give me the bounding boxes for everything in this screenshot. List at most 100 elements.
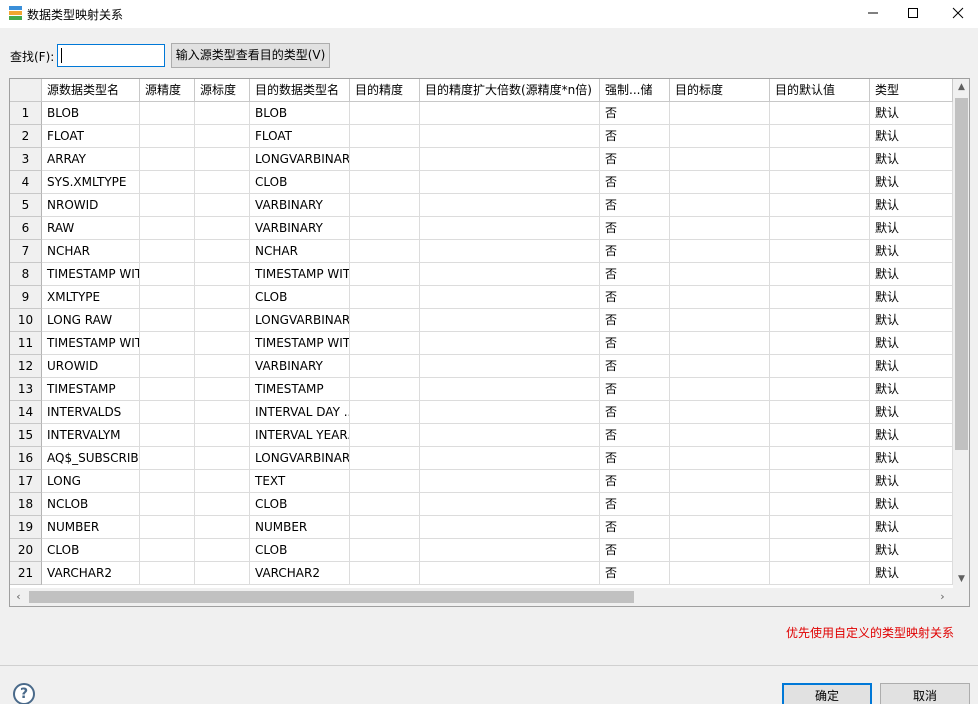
table-cell[interactable] [195, 378, 250, 401]
table-cell[interactable]: 默认 [870, 401, 953, 424]
table-cell[interactable]: TEXT [250, 470, 350, 493]
table-cell[interactable] [770, 401, 870, 424]
horizontal-scrollbar[interactable]: ‹ › [10, 588, 953, 606]
table-cell[interactable]: 默认 [870, 148, 953, 171]
table-cell[interactable] [140, 470, 195, 493]
table-cell[interactable] [770, 447, 870, 470]
table-cell[interactable]: 否 [600, 424, 670, 447]
row-number[interactable]: 2 [10, 125, 42, 148]
column-header[interactable]: 目的精度 [350, 79, 420, 102]
table-cell[interactable] [140, 378, 195, 401]
table-cell[interactable]: VARCHAR2 [250, 562, 350, 585]
scroll-right-icon[interactable]: › [934, 588, 951, 606]
table-cell[interactable] [195, 217, 250, 240]
row-number[interactable]: 3 [10, 148, 42, 171]
table-cell[interactable] [140, 493, 195, 516]
table-cell[interactable] [770, 539, 870, 562]
column-header[interactable]: 目的默认值 [770, 79, 870, 102]
table-cell[interactable]: 默认 [870, 516, 953, 539]
table-cell[interactable] [350, 539, 420, 562]
cancel-button[interactable]: 取消 [880, 683, 970, 704]
column-header[interactable]: 源标度 [195, 79, 250, 102]
table-cell[interactable]: SYS.XMLTYPE [42, 171, 140, 194]
table-cell[interactable]: 否 [600, 470, 670, 493]
table-cell[interactable] [670, 562, 770, 585]
table-cell[interactable]: VARCHAR2 [42, 562, 140, 585]
table-cell[interactable] [670, 539, 770, 562]
table-cell[interactable]: LONGVARBINARY [250, 148, 350, 171]
table-cell[interactable]: RAW [42, 217, 140, 240]
row-number[interactable]: 1 [10, 102, 42, 125]
table-cell[interactable]: LONG [42, 470, 140, 493]
table-cell[interactable] [670, 493, 770, 516]
table-cell[interactable]: TIMESTAMP WIT [42, 332, 140, 355]
table-cell[interactable] [420, 378, 600, 401]
table-cell[interactable] [670, 470, 770, 493]
table-cell[interactable] [770, 424, 870, 447]
table-cell[interactable] [770, 263, 870, 286]
table-row[interactable]: 16 AQ$_SUBSCRIBE LONGVARBINARY 否 默认 [10, 447, 953, 470]
table-cell[interactable]: VARBINARY [250, 217, 350, 240]
table-cell[interactable]: CLOB [250, 171, 350, 194]
table-cell[interactable] [350, 194, 420, 217]
table-cell[interactable] [670, 240, 770, 263]
table-cell[interactable] [420, 102, 600, 125]
table-cell[interactable] [140, 125, 195, 148]
table-cell[interactable] [770, 102, 870, 125]
table-cell[interactable]: NUMBER [42, 516, 140, 539]
vertical-scrollbar[interactable]: ▲ ▼ [953, 79, 969, 588]
table-cell[interactable]: TIMESTAMP [250, 378, 350, 401]
table-cell[interactable]: TIMESTAMP [42, 378, 140, 401]
table-row[interactable]: 11 TIMESTAMP WIT TIMESTAMP WIT 否默认 [10, 332, 953, 355]
row-number[interactable]: 4 [10, 171, 42, 194]
table-row[interactable]: 20 CLOB CLOB 否默认 [10, 539, 953, 562]
table-cell[interactable] [140, 148, 195, 171]
table-cell[interactable] [140, 286, 195, 309]
table-cell[interactable] [420, 171, 600, 194]
table-row[interactable]: 19 NUMBER NUMBER 否默认 [10, 516, 953, 539]
table-cell[interactable] [670, 447, 770, 470]
row-number[interactable]: 14 [10, 401, 42, 424]
table-cell[interactable] [195, 470, 250, 493]
row-number[interactable]: 10 [10, 309, 42, 332]
table-cell[interactable]: 默认 [870, 424, 953, 447]
table-cell[interactable]: 默认 [870, 493, 953, 516]
table-row[interactable]: 6 RAW VARBINARY 否 默认 [10, 217, 953, 240]
table-cell[interactable]: 否 [600, 148, 670, 171]
row-number[interactable]: 9 [10, 286, 42, 309]
table-cell[interactable] [670, 171, 770, 194]
column-header[interactable]: 目的标度 [670, 79, 770, 102]
table-cell[interactable]: 默认 [870, 286, 953, 309]
table-row[interactable]: 10 LONG RAW LONGVARBINARY 否 默认 [10, 309, 953, 332]
table-cell[interactable]: BLOB [42, 102, 140, 125]
table-cell[interactable] [420, 447, 600, 470]
table-cell[interactable] [140, 562, 195, 585]
table-cell[interactable] [770, 240, 870, 263]
table-cell[interactable] [350, 516, 420, 539]
table-cell[interactable] [420, 539, 600, 562]
row-number[interactable]: 11 [10, 332, 42, 355]
ok-button[interactable]: 确定 [782, 683, 872, 704]
table-cell[interactable] [350, 286, 420, 309]
table-cell[interactable]: 否 [600, 447, 670, 470]
table-row[interactable]: 9 XMLTYPE CLOB 否 默认 [10, 286, 953, 309]
table-cell[interactable] [195, 332, 250, 355]
table-cell[interactable]: 默认 [870, 309, 953, 332]
table-cell[interactable] [350, 125, 420, 148]
table-cell[interactable]: TIMESTAMP WIT [250, 263, 350, 286]
column-header[interactable]: 目的精度扩大倍数(源精度*n倍) [420, 79, 600, 102]
table-cell[interactable] [770, 125, 870, 148]
table-cell[interactable] [195, 240, 250, 263]
table-cell[interactable]: 默认 [870, 539, 953, 562]
vertical-scroll-thumb[interactable] [955, 98, 968, 450]
table-cell[interactable] [140, 516, 195, 539]
table-cell[interactable] [770, 148, 870, 171]
table-cell[interactable] [420, 470, 600, 493]
table-cell[interactable]: XMLTYPE [42, 286, 140, 309]
table-cell[interactable] [770, 470, 870, 493]
table-cell[interactable] [770, 355, 870, 378]
table-cell[interactable] [420, 493, 600, 516]
table-cell[interactable]: 否 [600, 539, 670, 562]
table-cell[interactable] [350, 309, 420, 332]
table-cell[interactable] [195, 493, 250, 516]
